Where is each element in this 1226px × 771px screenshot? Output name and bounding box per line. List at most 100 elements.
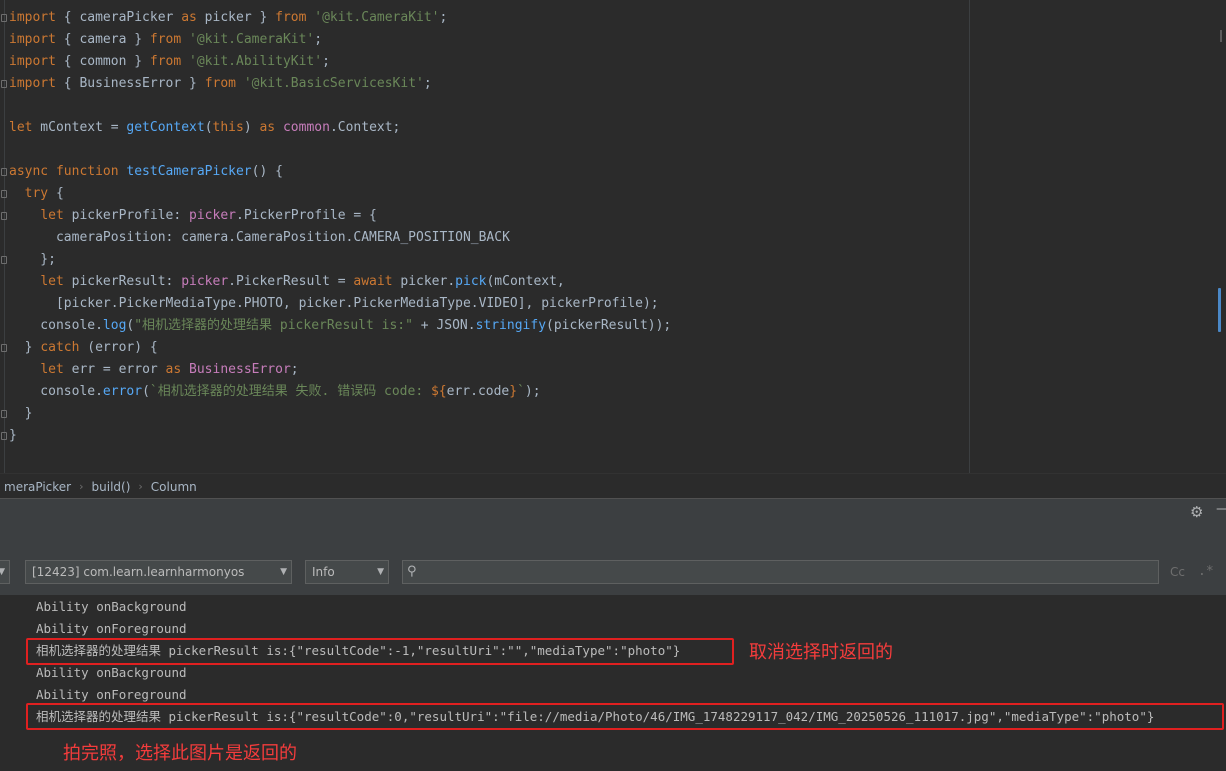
code-token: let (9, 120, 33, 135)
code-line[interactable]: let err = error as BusinessError; (9, 359, 671, 381)
code-line[interactable]: } (9, 403, 671, 425)
code-line[interactable]: import { BusinessError } from '@kit.Basi… (9, 73, 671, 95)
code-token: .Context; (329, 120, 401, 135)
chevron-down-icon: ▼ (280, 567, 287, 577)
code-token: common (282, 120, 330, 135)
code-line[interactable] (9, 95, 671, 117)
code-token: picker. (392, 274, 456, 289)
fold-marker-icon[interactable] (1, 256, 7, 264)
gear-icon[interactable]: ⚙ (1190, 503, 1203, 521)
code-line[interactable]: console.error(`相机选择器的处理结果 失败. 错误码 code: … (9, 381, 671, 403)
code-line[interactable]: } catch (error) { (9, 337, 671, 359)
code-token: as (259, 120, 276, 135)
chevron-down-icon: ▼ (377, 567, 384, 577)
log-output[interactable]: Ability onBackground Ability onForegroun… (0, 595, 1226, 771)
code-token: import (9, 10, 56, 25)
code-token: error (102, 384, 143, 399)
code-token: } (9, 406, 33, 421)
code-token: as (181, 10, 197, 25)
log-line: Ability onBackground (36, 665, 187, 680)
fold-marker-icon[interactable] (1, 432, 7, 440)
code-token: catch (40, 340, 80, 355)
log-line: Ability onBackground (36, 599, 187, 614)
match-case-toggle[interactable]: Cc (1170, 565, 1185, 579)
code-token: { BusinessError } (55, 76, 205, 91)
code-token: import (9, 76, 56, 91)
log-filter-bar: ▼ [12423] com.learn.learnharmonyos ▼ Inf… (0, 553, 1226, 596)
code-token: console. (9, 384, 103, 399)
code-line[interactable] (9, 139, 671, 161)
code-line[interactable]: import { common } from '@kit.AbilityKit'… (9, 51, 671, 73)
code-line[interactable]: try { (9, 183, 671, 205)
code-token: `相机选择器的处理结果 失败. 错误码 code: (149, 384, 431, 399)
fold-marker-icon[interactable] (1, 168, 7, 176)
code-token: ; (439, 10, 448, 25)
code-token: from (204, 76, 236, 91)
code-token: BusinessError (189, 362, 291, 377)
code-token: .PickerResult = (228, 274, 354, 289)
code-token: from (275, 10, 307, 25)
code-token: () { (251, 164, 283, 179)
log-level-dropdown[interactable]: Info ▼ (305, 560, 389, 584)
code-token: let (40, 274, 64, 289)
fold-marker-icon[interactable] (1, 344, 7, 352)
code-line[interactable]: cameraPosition: camera.CameraPosition.CA… (9, 227, 671, 249)
code-token: '@kit.AbilityKit' (189, 54, 323, 69)
code-token: { cameraPicker (55, 10, 182, 25)
code-line[interactable]: let pickerResult: picker.PickerResult = … (9, 271, 671, 293)
code-token: ; (322, 54, 330, 69)
code-token: ( (142, 384, 150, 399)
fold-marker-icon[interactable] (1, 190, 7, 198)
code-token: this (212, 120, 244, 135)
code-token: pickerResult: (63, 274, 182, 289)
process-dropdown[interactable]: [12423] com.learn.learnharmonyos ▼ (25, 560, 292, 584)
code-token: ; (290, 362, 299, 377)
code-token: testCameraPicker (126, 164, 252, 179)
chevron-right-icon: › (138, 480, 143, 493)
minimize-icon[interactable]: — (1216, 501, 1226, 517)
code-token: }; (9, 252, 56, 267)
code-token: getContext (126, 120, 205, 135)
fold-marker-icon[interactable] (1, 14, 7, 22)
breadcrumb-item[interactable]: build() (88, 480, 135, 494)
process-dropdown-value: [12423] com.learn.learnharmonyos (32, 565, 245, 579)
scrollbar-thumb[interactable] (1218, 288, 1221, 332)
code-token: (pickerResult)); (546, 318, 672, 333)
code-token: ; (314, 32, 323, 47)
code-editor[interactable]: import { cameraPicker as picker } from '… (0, 0, 1226, 473)
code-token: ) (243, 120, 260, 135)
breadcrumb-item[interactable]: meraPicker (0, 480, 75, 494)
fold-marker-icon[interactable] (1, 410, 7, 418)
code-token: ; (423, 76, 432, 91)
code-token: [picker.PickerMediaType.PHOTO, picker.Pi… (9, 296, 659, 311)
source-code[interactable]: import { cameraPicker as picker } from '… (9, 7, 671, 447)
code-line[interactable]: [picker.PickerMediaType.PHOTO, picker.Pi… (9, 293, 671, 315)
device-dropdown[interactable]: ▼ (0, 560, 10, 584)
code-line[interactable]: import { camera } from '@kit.CameraKit'; (9, 29, 671, 51)
fold-marker-icon[interactable] (1, 212, 7, 220)
code-token: console. (9, 318, 103, 333)
code-token: try (24, 186, 49, 201)
code-line[interactable]: let mContext = getContext(this) as commo… (9, 117, 671, 139)
code-line[interactable]: import { cameraPicker as picker } from '… (9, 7, 671, 29)
annotation-photo: 拍完照，选择此图片是返回的 (63, 743, 297, 764)
code-line[interactable]: console.log("相机选择器的处理结果 pickerResult is:… (9, 315, 671, 337)
regex-toggle[interactable]: .* (1198, 564, 1214, 579)
search-icon: ⚲ (407, 564, 417, 579)
annotation-cancel: 取消选择时返回的 (749, 642, 893, 663)
code-token: { camera } (55, 32, 150, 47)
code-line[interactable]: }; (9, 249, 671, 271)
code-token: mContext = (32, 120, 127, 135)
code-line[interactable]: } (9, 425, 671, 447)
code-token: (mContext, (486, 274, 565, 289)
fold-marker-icon[interactable] (1, 80, 7, 88)
code-line[interactable]: async function testCameraPicker() { (9, 161, 671, 183)
code-token: picker (189, 208, 236, 223)
breadcrumb-item[interactable]: Column (147, 480, 201, 494)
code-token: ); (524, 384, 541, 399)
code-line[interactable]: let pickerProfile: picker.PickerProfile … (9, 205, 671, 227)
log-search-input[interactable]: ⚲ (402, 560, 1159, 584)
